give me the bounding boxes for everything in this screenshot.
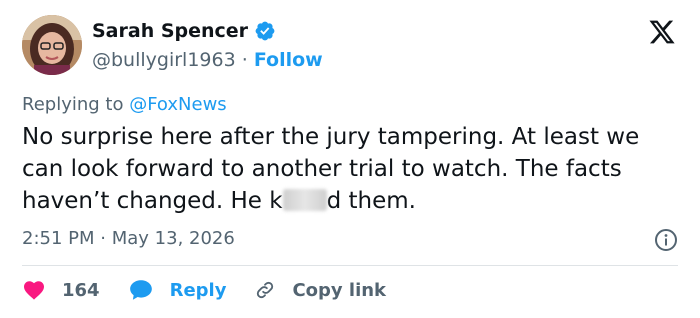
like-button[interactable]: 164 — [22, 278, 100, 302]
tweet-timestamp[interactable]: 2:51 PM · May 13, 2026 — [22, 228, 235, 249]
copy-link-button[interactable]: Copy link — [254, 279, 386, 301]
tweet-actions: 164 Reply Copy link — [22, 277, 414, 303]
tweet-time: 2:51 PM — [22, 228, 95, 249]
tweet-text: No surprise here after the jury tamperin… — [22, 121, 682, 217]
avatar[interactable] — [22, 15, 82, 75]
author-handle[interactable]: @bullygirl1963 — [92, 49, 236, 71]
meta-separator: · — [100, 228, 106, 249]
tweet-text-after: d them. — [326, 188, 416, 214]
like-count: 164 — [62, 279, 100, 301]
replying-to-label: Replying to — [22, 94, 124, 115]
copy-link-label: Copy link — [292, 279, 387, 301]
divider — [22, 265, 678, 266]
info-icon[interactable] — [654, 228, 678, 252]
tweet-date: May 13, 2026 — [111, 228, 235, 249]
replying-to: Replying to @FoxNews — [22, 94, 227, 115]
author-name[interactable]: Sarah Spencer — [92, 20, 248, 42]
x-logo-icon[interactable] — [648, 18, 676, 46]
censor-blur — [282, 189, 327, 211]
follow-button[interactable]: Follow — [254, 49, 323, 71]
author-handle-row: @bullygirl1963 · Follow — [92, 49, 323, 71]
replying-to-mention[interactable]: @FoxNews — [129, 94, 226, 115]
verified-badge-icon — [254, 20, 276, 42]
reply-button[interactable]: Reply — [128, 277, 227, 303]
link-icon — [257, 281, 274, 299]
reply-bubble-icon — [129, 280, 152, 300]
reply-label: Reply — [169, 279, 227, 301]
heart-icon — [24, 281, 44, 300]
handle-separator: · — [241, 49, 248, 71]
author-name-row: Sarah Spencer — [92, 20, 276, 42]
